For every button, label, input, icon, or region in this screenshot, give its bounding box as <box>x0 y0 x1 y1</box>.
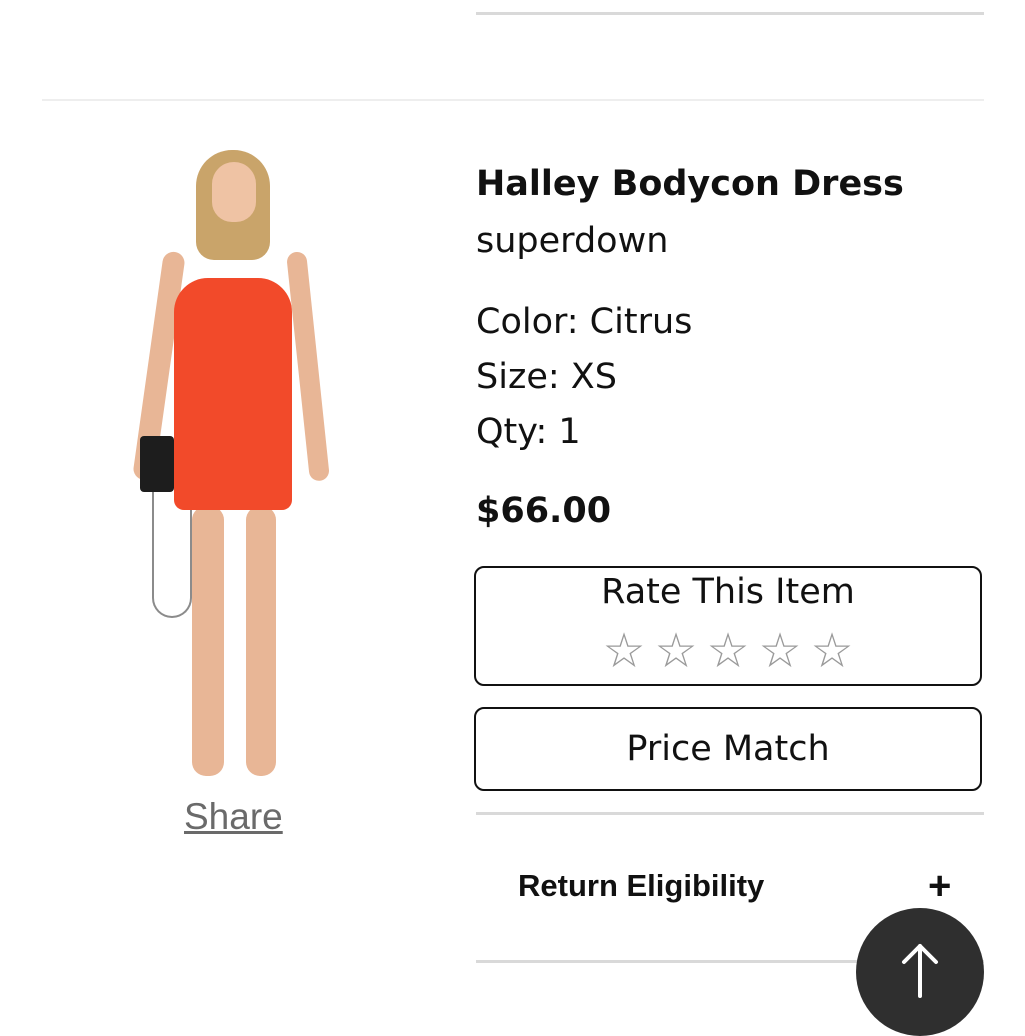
product-title[interactable]: Halley Bodycon Dress <box>476 164 904 204</box>
star-rating[interactable]: ☆ ☆ ☆ ☆ ☆ <box>476 623 980 679</box>
price-match-label: Price Match <box>626 729 830 769</box>
product-qty: Qty: 1 <box>476 412 581 452</box>
divider <box>476 12 984 15</box>
product-size: Size: XS <box>476 357 617 397</box>
return-eligibility-label: Return Eligibility <box>518 868 765 903</box>
rate-item-box: Rate This Item ☆ ☆ ☆ ☆ ☆ <box>474 566 982 686</box>
price-match-button[interactable]: Price Match <box>474 707 982 791</box>
dress <box>174 278 292 510</box>
plus-icon[interactable]: + <box>928 864 951 909</box>
arrow-up-icon <box>902 944 938 998</box>
clutch-bag <box>140 436 174 492</box>
star-icon[interactable]: ☆ <box>806 623 858 679</box>
star-icon[interactable]: ☆ <box>754 623 806 679</box>
product-color: Color: Citrus <box>476 302 693 342</box>
divider <box>476 812 984 815</box>
star-icon[interactable]: ☆ <box>598 623 650 679</box>
rate-item-title: Rate This Item <box>601 572 855 612</box>
share-link[interactable]: Share <box>184 796 283 838</box>
section-divider <box>42 99 984 101</box>
product-brand[interactable]: superdown <box>476 221 668 261</box>
product-image[interactable] <box>130 140 340 800</box>
star-icon[interactable]: ☆ <box>702 623 754 679</box>
star-icon[interactable]: ☆ <box>650 623 702 679</box>
scroll-to-top-button[interactable] <box>856 908 984 1036</box>
product-price: $66.00 <box>476 491 612 531</box>
